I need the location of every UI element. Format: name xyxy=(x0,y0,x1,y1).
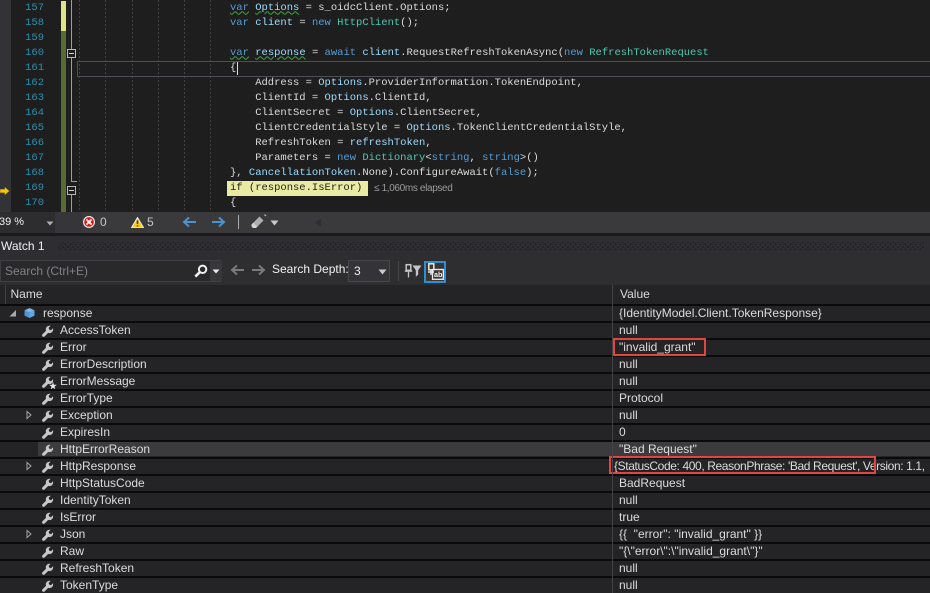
svg-text:ab: ab xyxy=(434,270,443,279)
